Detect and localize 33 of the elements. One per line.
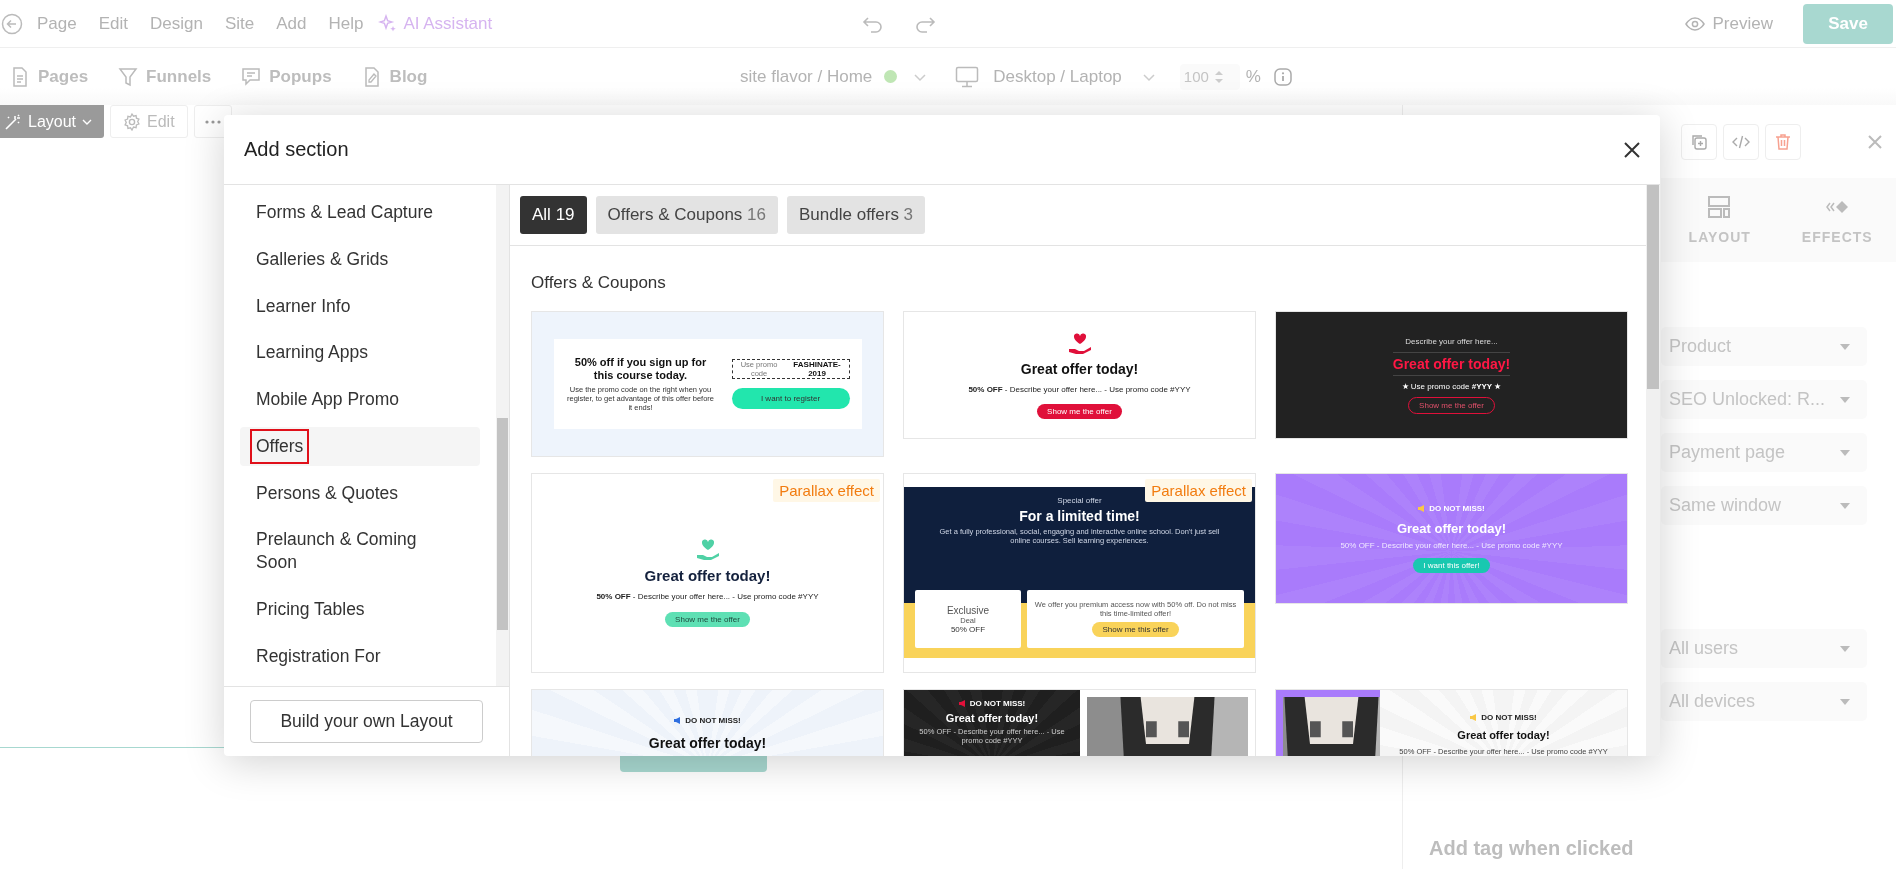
modal-title: Add section	[244, 138, 349, 161]
banner-title: Great offer today!	[1396, 521, 1507, 536]
eyebrow-text: DO NOT MISS!	[1429, 504, 1485, 513]
banner-title: For a limited time!	[1019, 508, 1140, 524]
eyebrow-text: Describe your offer here...	[1405, 336, 1498, 346]
banner-heading: 50% off if you sign up for this course today.	[573, 355, 708, 382]
banner-text: 50% OFF - Describe your offer here... - Use promo code #YYY	[1340, 541, 1563, 550]
section-label: Add tag when clicked	[1428, 837, 1635, 860]
offer-button: I want to register	[731, 388, 850, 409]
eyebrow-text: DO NOT MISS!	[685, 716, 741, 725]
eyebrow-text: DO NOT MISS!	[969, 699, 1026, 708]
offer-button: Show me this offer	[1092, 622, 1179, 638]
offer-button: I want this offer!	[1413, 558, 1490, 573]
eyebrow-text: DO NOT MISS!	[1481, 713, 1537, 722]
banner-text: 50% OFF - Describe your offer here... - Use promo code #YYY	[596, 591, 819, 601]
promo-code: FASHINATE-2019	[792, 360, 842, 378]
banner-title: Great offer today!	[644, 566, 771, 584]
eyebrow-text: Special offer	[1057, 496, 1102, 505]
deal-value: 50% OFF	[950, 624, 986, 634]
parallax-badge: Parallax effect	[1145, 479, 1252, 502]
banner-title: Great offer today!	[1020, 360, 1139, 377]
offer-button: Show me the offer	[665, 611, 750, 627]
percent-label: %	[1245, 66, 1261, 87]
deal-title: Exclusive	[946, 604, 990, 616]
banner-title: Great offer today!	[1457, 729, 1550, 741]
banner-title: Great offer today!	[1392, 355, 1511, 372]
parallax-badge: Parallax effect	[773, 479, 880, 502]
banner-title: Great offer today!	[945, 712, 1039, 724]
banner-text: 50% OFF - Describe your offer here... - Use promo code #YYY	[968, 384, 1191, 394]
banner-text: ★ Use promo code #YYY ★	[1401, 381, 1502, 391]
section-heading: Offers & Coupons	[531, 273, 667, 293]
offer-button: Show me the offer	[1037, 403, 1122, 419]
banner-title: Great offer today!	[648, 735, 767, 751]
